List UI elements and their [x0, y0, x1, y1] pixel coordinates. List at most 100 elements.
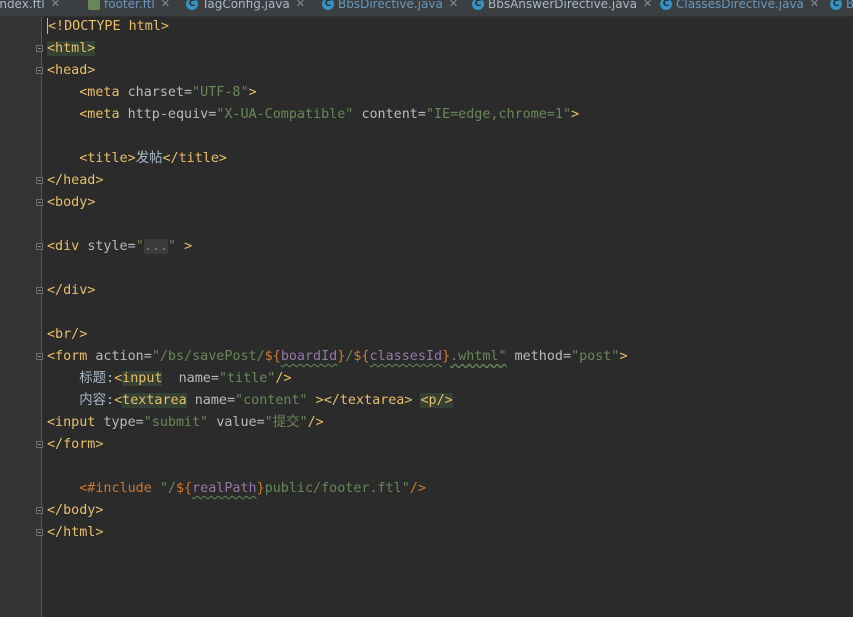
java-class-icon: C — [186, 0, 198, 10]
ftl-file-icon — [88, 0, 100, 10]
attr-value: "提交" — [264, 415, 308, 430]
tab-tagconfig-java[interactable]: C TagConfig.java ✕ — [186, 0, 305, 13]
meta-tag: <meta — [79, 107, 120, 122]
interp-close: } — [256, 481, 265, 496]
html-close-tag: </html> — [47, 525, 104, 540]
attr-value: "X-UA-Compatible" — [216, 107, 354, 122]
tag-end: > — [184, 239, 193, 254]
close-icon[interactable]: ✕ — [643, 0, 652, 13]
code-line: <meta charset="UTF-8"> — [47, 82, 257, 104]
attr-name: action= — [95, 349, 152, 364]
attr-name: name= — [178, 371, 219, 386]
fold-marker-icon[interactable] — [36, 177, 43, 184]
attr-value: "post" — [571, 349, 620, 364]
ftl-variable: classesId — [369, 349, 443, 364]
tab-classesdirective-java[interactable]: C ClassesDirective.java ✕ — [660, 0, 819, 13]
tab-label: TagConfig.java — [202, 0, 290, 11]
editor-tab-bar: index.ftl ✕ footer.ftl ✕ C TagConfig.jav… — [0, 0, 853, 17]
attr-value: "IE=edge,chrome=1" — [425, 107, 572, 122]
attr-value: .whtml" — [450, 349, 507, 364]
fold-marker-icon[interactable] — [36, 353, 43, 360]
interp-close: } — [442, 349, 451, 364]
fold-marker-icon[interactable] — [36, 507, 43, 514]
attr-value: "/bs/savePost/ — [151, 349, 265, 364]
code-line: 内容:<textarea name="content" ></textarea>… — [47, 390, 453, 412]
attr-name: style= — [87, 239, 136, 254]
fold-marker-icon[interactable] — [36, 45, 43, 52]
tab-bbsanswerdirective-java[interactable]: C BbsAnswerDirective.java ✕ — [472, 0, 652, 13]
fold-marker-icon[interactable] — [36, 199, 43, 206]
label-text: 标题: — [79, 371, 115, 386]
tab-index-ftl[interactable]: index.ftl ✕ — [0, 0, 60, 13]
title-open-tag: <title> — [79, 151, 136, 166]
code-line: <title>发帖</title> — [47, 148, 227, 170]
tag-end: /> — [275, 371, 292, 386]
body-close-tag: </body> — [47, 503, 104, 518]
code-line: </form> — [47, 434, 103, 456]
attr-name: type= — [103, 415, 144, 430]
tag-end: /> — [409, 481, 426, 496]
attr-value: public/footer.ftl" — [264, 481, 410, 496]
code-line: <form action="/bs/savePost/${boardId}/${… — [47, 346, 628, 368]
fold-marker-icon[interactable] — [36, 441, 43, 448]
tag-end: > — [248, 85, 257, 100]
tab-label: footer.ftl — [104, 0, 155, 11]
close-icon[interactable]: ✕ — [810, 0, 819, 13]
interp-open: ${ — [176, 481, 193, 496]
fold-marker-icon[interactable] — [36, 287, 43, 294]
form-tag: <form — [47, 349, 88, 364]
code-line: </head> — [47, 170, 103, 192]
attr-value: "title" — [218, 371, 276, 386]
code-line: <#include "/${realPath}public/footer.ftl… — [47, 478, 426, 500]
code-line: </html> — [47, 522, 103, 544]
code-line: <html> — [47, 38, 96, 60]
attr-name: name= — [194, 393, 236, 408]
code-line: <body> — [47, 192, 95, 214]
tab-label: BbsAnswerDirective.java — [488, 0, 638, 11]
tag-open: < — [114, 393, 123, 408]
code-line: </body> — [47, 500, 103, 522]
code-line: <meta http-equiv="X-UA-Compatible" conte… — [47, 104, 579, 126]
tab-footer-ftl[interactable]: footer.ftl ✕ — [88, 0, 170, 13]
close-icon[interactable]: ✕ — [161, 0, 170, 13]
head-open-tag: <head> — [47, 63, 96, 78]
attr-name: value= — [216, 415, 265, 430]
fold-marker-icon[interactable] — [36, 243, 43, 250]
close-icon[interactable]: ✕ — [296, 0, 305, 13]
attr-name: content= — [361, 107, 426, 122]
tab-label: index.ftl — [0, 0, 45, 11]
close-icon[interactable]: ✕ — [449, 0, 458, 13]
textarea-close: ></textarea> — [315, 393, 413, 408]
tab-label: B — [846, 0, 853, 13]
code-line: <!DOCTYPE html> — [47, 16, 169, 38]
input-tag: <input — [47, 415, 96, 430]
attr-value: "UTF-8" — [192, 85, 249, 100]
tab-bbsdirective-java[interactable]: C BbsDirective.java ✕ — [322, 0, 458, 13]
close-icon[interactable]: ✕ — [51, 0, 60, 13]
html-open-tag: <html> — [47, 41, 96, 56]
code-line: <div style="..." > — [47, 236, 192, 258]
fold-marker-icon[interactable] — [36, 529, 43, 536]
tab-overflow[interactable]: C B — [830, 0, 853, 13]
editor-gutter — [0, 17, 42, 617]
folded-region[interactable]: ... — [143, 239, 168, 254]
attr-value: "content" — [235, 393, 308, 408]
tab-label: ClassesDirective.java — [676, 0, 804, 11]
textarea-tag-name: textarea — [122, 393, 187, 408]
tag-open: < — [114, 371, 123, 386]
attr-name: method= — [514, 349, 572, 364]
head-close-tag: </head> — [47, 173, 104, 188]
input-tag-name: input — [122, 371, 163, 386]
java-class-icon: C — [830, 0, 842, 10]
java-class-icon: C — [322, 0, 334, 10]
meta-tag: <meta — [79, 85, 120, 100]
java-class-icon: C — [472, 0, 484, 10]
body-open-tag: <body> — [47, 195, 96, 210]
ftl-variable: boardId — [280, 349, 338, 364]
fold-marker-icon[interactable] — [36, 67, 43, 74]
java-class-icon: C — [660, 0, 672, 10]
ftl-include-directive: <#include — [79, 481, 152, 496]
tag-end: > — [571, 107, 580, 122]
code-line: </div> — [47, 280, 95, 302]
interp-open: ${ — [264, 349, 281, 364]
